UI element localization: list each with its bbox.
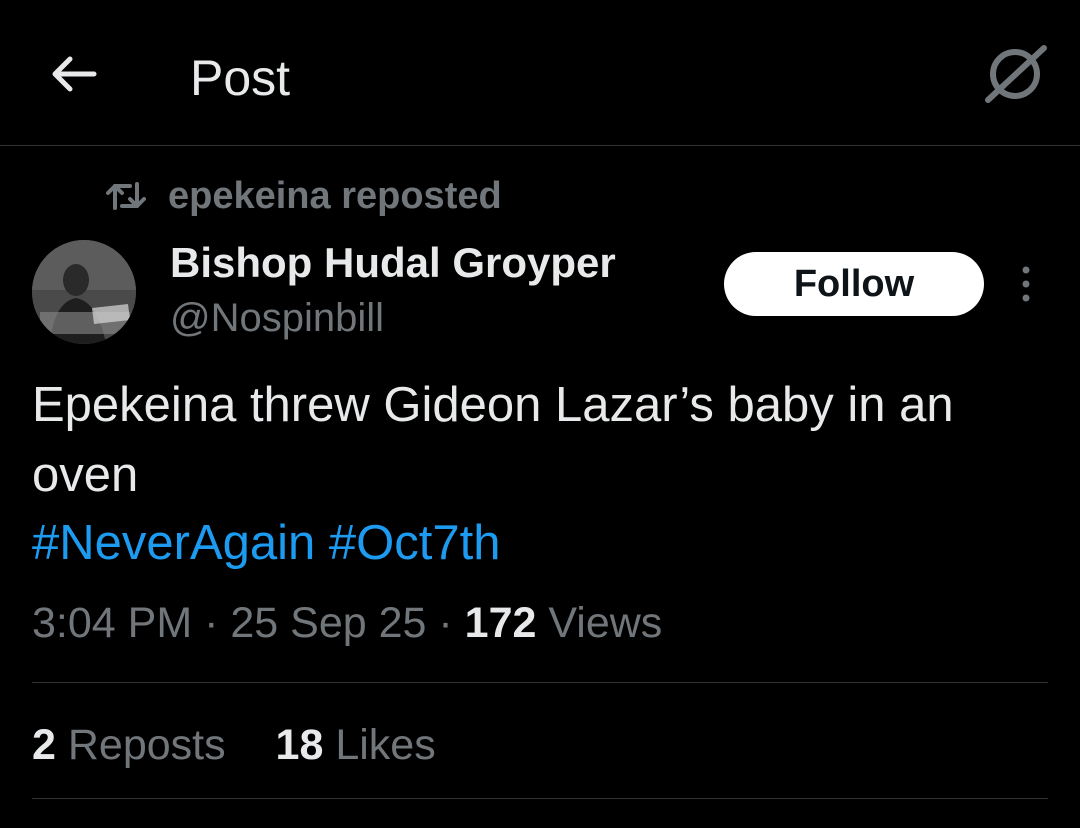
more-vertical-icon (1022, 266, 1030, 302)
author-handle[interactable]: @Nospinbill (170, 292, 384, 344)
top-bar: Post (0, 0, 1080, 146)
grok-icon (985, 45, 1047, 103)
repost-icon (106, 182, 146, 210)
back-button[interactable] (44, 44, 104, 104)
arrow-left-icon (52, 56, 97, 92)
more-options-button[interactable] (1008, 262, 1044, 306)
likes-count: 18 (275, 721, 324, 769)
views-count[interactable]: 172 (465, 599, 537, 647)
divider (32, 798, 1048, 799)
hashtag-link[interactable]: #Oct7th (329, 516, 501, 570)
reposts-label: Reposts (67, 721, 226, 769)
views-label: Views (548, 599, 663, 647)
reposted-by-label: epekeina reposted (168, 174, 502, 217)
divider (32, 682, 1048, 683)
reposts-stat[interactable]: 2 Reposts (32, 721, 226, 769)
grok-button[interactable] (980, 40, 1050, 106)
author-name[interactable]: Bishop Hudal Groyper (170, 236, 616, 290)
separator: · (204, 599, 219, 647)
avatar-image (32, 240, 136, 344)
hashtags: #NeverAgain #Oct7th (32, 508, 501, 578)
post-metadata: 3:04 PM · 25 Sep 25 · 172 Views (32, 590, 662, 656)
post-text: Epekeina threw Gideon Lazar’s baby in an… (32, 378, 954, 502)
avatar[interactable] (32, 240, 136, 344)
post-time[interactable]: 3:04 PM (32, 599, 192, 647)
reposts-count: 2 (32, 721, 56, 769)
separator: · (438, 599, 453, 647)
reposted-by[interactable]: epekeina reposted (106, 168, 502, 224)
likes-stat[interactable]: 18 Likes (276, 721, 436, 769)
hashtag-link[interactable]: #NeverAgain (32, 516, 315, 570)
likes-label: Likes (335, 721, 436, 769)
engagement-stats: 2 Reposts 18 Likes (32, 712, 436, 778)
follow-button[interactable]: Follow (724, 252, 984, 316)
page-title: Post (190, 50, 291, 106)
post-date[interactable]: 25 Sep 25 (230, 599, 426, 647)
